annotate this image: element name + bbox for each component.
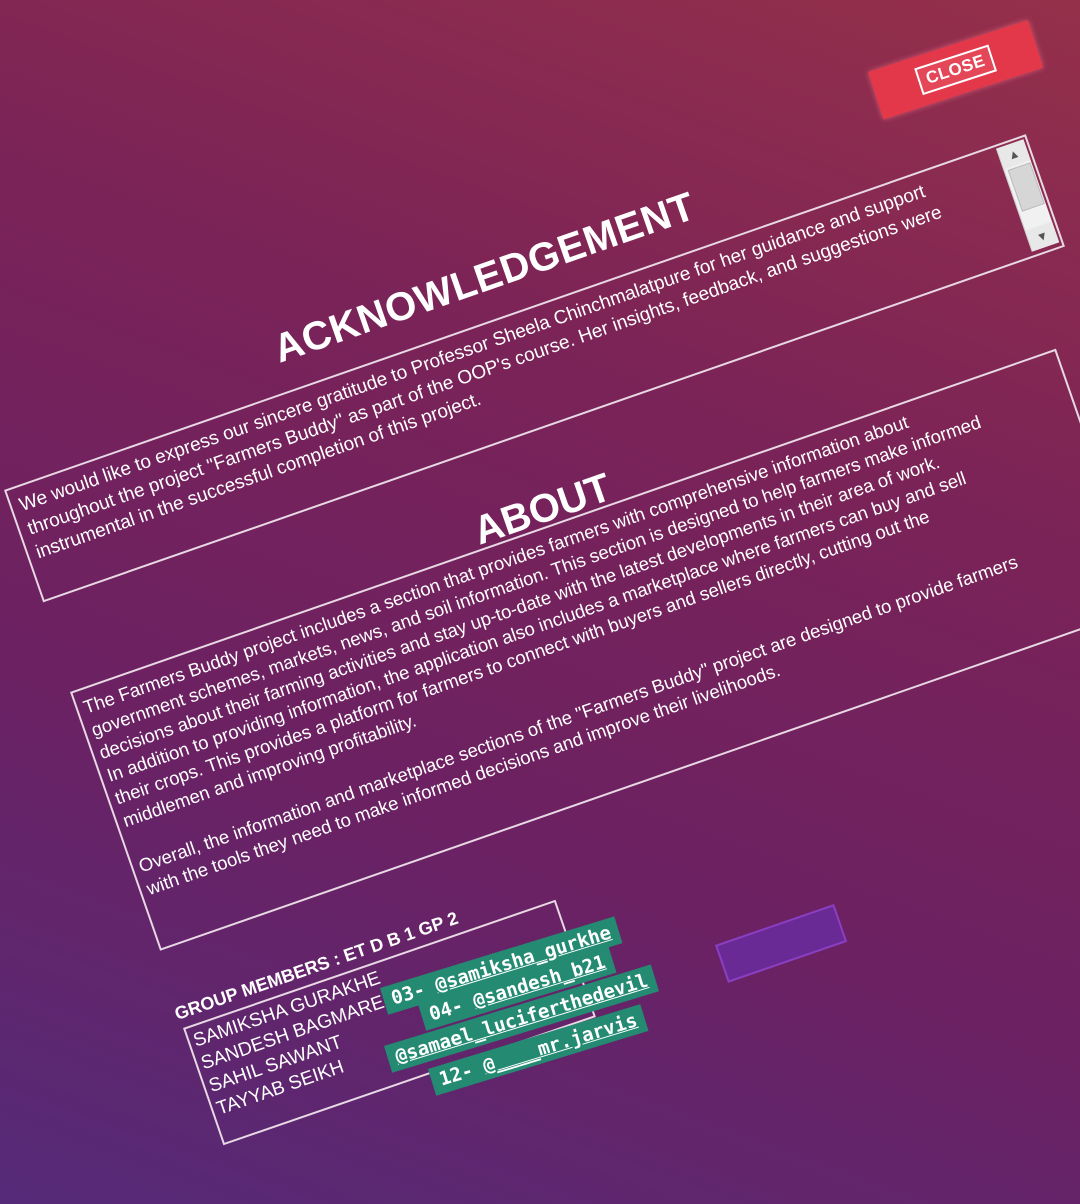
close-button[interactable]: CLOSE <box>868 20 1044 120</box>
scroll-down-arrow-icon[interactable]: ▼ <box>1025 221 1060 252</box>
disabled-button[interactable] <box>715 903 848 983</box>
app-window: CLOSE ACKNOWLEDGEMENT We would like to e… <box>0 0 1080 1204</box>
scrollbar-thumb[interactable] <box>1007 162 1045 212</box>
close-button-label: CLOSE <box>914 44 997 96</box>
vertical-scrollbar[interactable]: ▲ ▼ <box>995 139 1060 252</box>
